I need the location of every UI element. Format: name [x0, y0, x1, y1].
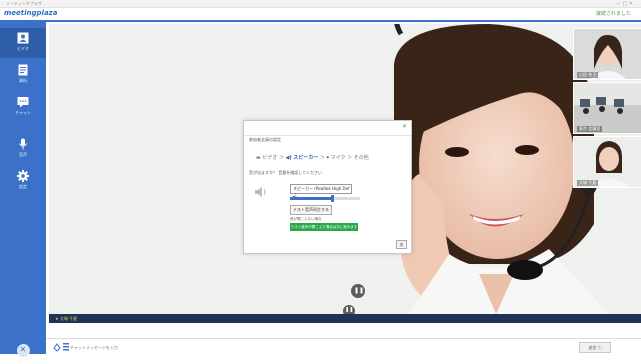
- microphone-icon: [19, 138, 27, 150]
- test-sound-button[interactable]: テスト音声再生する: [290, 205, 332, 215]
- speaker-name-strip: ★ 大城 千夏: [49, 314, 641, 323]
- participant-thumbnail[interactable]: 東京 会議室: [573, 82, 641, 134]
- participant-name: 山田 花子: [577, 72, 599, 78]
- close-icon[interactable]: ✕: [402, 123, 407, 130]
- check-instruction: 音が出ますか？ 音量を確認してください: [249, 170, 323, 175]
- help-link[interactable]: 音が聞こえない場合: [290, 217, 322, 222]
- connection-status: 接続されました: [595, 11, 631, 17]
- exit-label: 終了: [19, 358, 27, 363]
- chat-input[interactable]: [68, 342, 472, 353]
- app-header: meetingplaza 接続されました: [0, 8, 641, 22]
- speaker-name-text: 大城 千夏: [59, 316, 78, 321]
- sidebar-item-label: ビデオ: [17, 46, 29, 51]
- setup-steps: ▬ ビデオ ＞ ◀) スピーカー ＞ ⦁ マイク ＞ その他: [256, 154, 369, 161]
- step-icon-video: ▬: [256, 155, 261, 161]
- send-button[interactable]: 送信 ⓒ: [579, 342, 611, 353]
- chevron-right-icon: ＞: [347, 155, 354, 161]
- app-logo: meetingplaza: [4, 9, 58, 17]
- confirm-heard-button[interactable]: テスト音声が聞こえた場合は次に進みます: [290, 223, 358, 231]
- participant-name: 大城 千夏: [577, 180, 599, 186]
- sidebar-item-audio[interactable]: 音声: [0, 134, 46, 164]
- volume-slider-knob[interactable]: [331, 195, 334, 202]
- exit-button[interactable]: 終了: [0, 344, 46, 364]
- window-title: ミーティングプラザ: [6, 1, 42, 6]
- speaker-name: ★ 大城 千夏: [55, 316, 78, 321]
- chevron-right-icon: ＞: [278, 155, 286, 161]
- chat-icon: [17, 97, 29, 108]
- sidebar-item-label: 資料: [19, 78, 27, 83]
- chat-bar: 送信 ⓒ: [46, 338, 641, 355]
- step-speaker[interactable]: スピーカー: [293, 155, 318, 161]
- sidebar: ビデオ 資料 チャット 音声 設定 ✕ 終了: [0, 22, 46, 363]
- attach-icon[interactable]: [52, 342, 62, 352]
- participant-name: 東京 会議室: [577, 126, 603, 132]
- step-other[interactable]: その他: [354, 155, 369, 161]
- sidebar-item-video[interactable]: ビデオ: [0, 28, 46, 58]
- next-button[interactable]: 次: [396, 240, 407, 249]
- document-icon: [18, 64, 28, 76]
- sidebar-item-label: 設定: [19, 184, 27, 189]
- pause-icon[interactable]: [351, 284, 365, 298]
- microphone-icon: ⦁: [326, 155, 329, 161]
- dialog-header: ✕: [244, 121, 411, 136]
- window-controls[interactable]: － □ ✕: [616, 0, 633, 7]
- participant-thumbnail[interactable]: 山田 花子: [573, 28, 641, 80]
- dialog-title: 参加者全員の設定: [249, 137, 281, 142]
- gear-icon: [17, 170, 29, 182]
- volume-slider-fill: [290, 197, 332, 200]
- person-icon: [17, 32, 29, 44]
- sidebar-item-label: チャット: [15, 110, 31, 115]
- speaker-icon: ◀): [285, 155, 292, 161]
- speaker-volume-icon: [255, 187, 266, 197]
- sidebar-item-documents[interactable]: 資料: [0, 60, 46, 90]
- step-video[interactable]: ビデオ: [262, 155, 277, 161]
- participant-thumbnail[interactable]: 大城 千夏: [573, 136, 641, 188]
- step-mic[interactable]: マイク: [331, 155, 346, 161]
- window-titlebar: ミーティングプラザ － □ ✕: [0, 0, 641, 8]
- close-icon: [16, 344, 30, 357]
- sidebar-item-label: 音声: [19, 152, 27, 157]
- speaker-device-select[interactable]: スピーカー (Realtek High Def ▾): [290, 184, 352, 199]
- sidebar-item-chat[interactable]: チャット: [0, 92, 46, 122]
- settings-dialog: ✕ 参加者全員の設定 ▬ ビデオ ＞ ◀) スピーカー ＞ ⦁ マイク ＞ その…: [243, 120, 412, 254]
- sidebar-item-settings[interactable]: 設定: [0, 166, 46, 196]
- volume-slider[interactable]: [290, 195, 360, 202]
